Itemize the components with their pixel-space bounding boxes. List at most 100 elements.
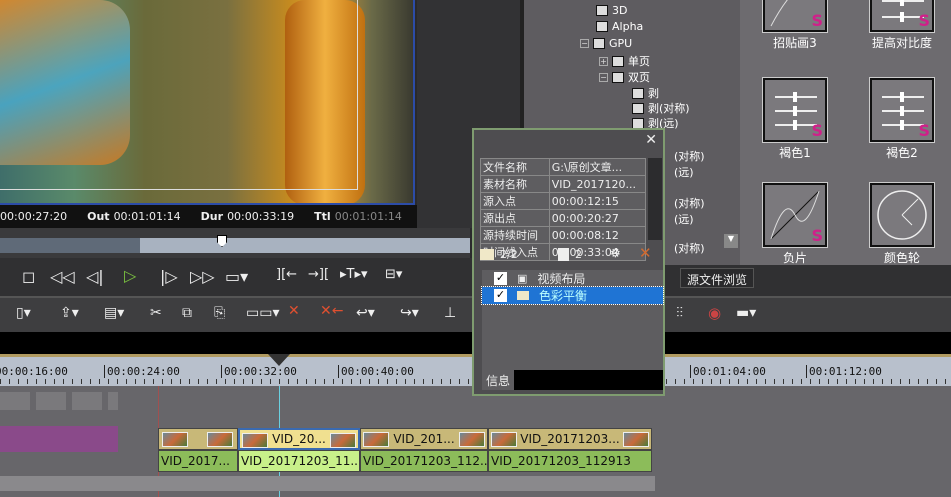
- rewind-icon[interactable]: ◁◁: [50, 267, 75, 286]
- save-icon[interactable]: ▤▾: [104, 305, 124, 321]
- stop-icon[interactable]: ◻: [22, 267, 35, 286]
- out-timecode: 00:01:01:14: [113, 210, 181, 223]
- tree-item[interactable]: (远): [674, 211, 694, 227]
- effect-label: 颜色轮: [883, 251, 920, 265]
- player-scrubber[interactable]: [0, 228, 470, 258]
- checkbox[interactable]: ✓: [494, 289, 507, 302]
- mixer-icon[interactable]: ⫶⫶: [676, 305, 683, 321]
- tree-label: 剥(对称): [648, 102, 690, 115]
- information-panel: ✕ 文件名称 G:\原创文章... 素材名称 VID_2017120... 源入点 0…: [472, 128, 665, 396]
- tab-info[interactable]: 信息: [482, 370, 515, 390]
- redo-icon[interactable]: ↪▾: [400, 305, 419, 321]
- filter-icon: [480, 249, 494, 260]
- paste-icon[interactable]: ⎘: [214, 305, 225, 321]
- tree-label: (对称): [674, 150, 705, 163]
- info-value: 00:00:12:15: [548, 192, 647, 210]
- tree-label: 双页: [628, 71, 650, 84]
- effect-color-wheel[interactable]: 颜色轮: [869, 182, 935, 266]
- ruler-label: 00:01:04:00: [690, 365, 766, 378]
- tab-source-browser[interactable]: 源文件浏览: [680, 268, 755, 288]
- video-clip-selected[interactable]: VID_20...: [238, 428, 360, 450]
- info-key: 源入点: [480, 192, 550, 210]
- ripple-delete-icon[interactable]: ✕←: [320, 303, 343, 319]
- layout-icon[interactable]: ▬▾: [736, 305, 756, 321]
- prev-clip[interactable]: [0, 426, 118, 452]
- tree-item[interactable]: (对称): [674, 195, 705, 211]
- delete-icon[interactable]: ✕: [288, 303, 300, 319]
- layout-icon: ▣: [517, 272, 528, 285]
- tree-label: 剥: [648, 87, 659, 100]
- tree-item[interactable]: (对称): [674, 240, 705, 256]
- effect-poster3[interactable]: S 招贴画3: [762, 0, 828, 51]
- tree-label: Alpha: [612, 20, 644, 33]
- tree-item-gpu[interactable]: − GPU: [580, 37, 632, 50]
- tree-label: (对称): [674, 197, 705, 210]
- info-scrollbar[interactable]: [648, 158, 662, 240]
- effect-settings-icon[interactable]: ⚙: [610, 246, 621, 260]
- set-in-icon[interactable]: ][←: [276, 267, 297, 282]
- info-row: 源入点 00:00:12:15: [480, 192, 647, 210]
- effect-label: 褐色1: [779, 146, 811, 160]
- step-back-icon[interactable]: ◁|: [86, 267, 104, 286]
- audio-clip[interactable]: VID_20171203_112...: [360, 450, 488, 472]
- set-out-icon[interactable]: →][: [308, 267, 329, 282]
- filter-item-video-layout[interactable]: ✓ ▣ 视频布局: [482, 270, 663, 287]
- cut-icon[interactable]: ✂: [150, 305, 162, 321]
- delete-filter-icon[interactable]: ✕: [639, 244, 652, 262]
- effect-sepia1[interactable]: S 褐色1: [762, 77, 828, 161]
- filter-list: ✓ ▣ 视频布局 ✓ 色彩平衡: [481, 270, 664, 370]
- dur-timecode: 00:00:33:19: [227, 210, 295, 223]
- effect-label: 负片: [782, 251, 807, 265]
- overwrite-icon[interactable]: ⊟▾: [385, 267, 402, 282]
- color-meter-icon[interactable]: ◉: [708, 304, 721, 322]
- scroll-down-icon[interactable]: ▼: [724, 234, 738, 248]
- split-icon[interactable]: ▸T▸▾: [340, 267, 368, 282]
- info-row: 源持续时间 00:00:08:12: [480, 226, 647, 244]
- effect-sepia2[interactable]: S 褐色2: [869, 77, 935, 161]
- undo-icon[interactable]: ↩▾: [356, 305, 375, 321]
- audio-clip[interactable]: VID_2017...: [158, 450, 238, 472]
- info-row: 源出点 00:00:20:27: [480, 209, 647, 227]
- tree-item[interactable]: (对称): [674, 148, 705, 164]
- info-value: G:\原创文章...: [548, 158, 647, 176]
- audio-clip-selected[interactable]: VID_20171203_11...: [238, 450, 360, 472]
- timecode-bar: 00:00:27:20 Out 00:01:01:14 Dur 00:00:33:1…: [0, 205, 417, 228]
- tree-item-alpha[interactable]: Alpha: [596, 20, 643, 33]
- filter-label: 色彩平衡: [539, 289, 588, 303]
- play-icon[interactable]: ▷: [124, 266, 136, 285]
- document-icon: [558, 248, 569, 261]
- effect-label: 提高对比度: [871, 36, 932, 50]
- marker-icon[interactable]: ⊥: [444, 305, 456, 321]
- info-key: 源出点: [480, 209, 550, 227]
- info-row: 素材名称 VID_2017120...: [480, 175, 647, 193]
- in-timecode: 00:00:27:20: [0, 210, 68, 223]
- loop-icon[interactable]: ▭▾: [225, 267, 248, 286]
- video-clip[interactable]: VID_20171203...: [488, 428, 652, 450]
- ttl-timecode: 00:01:01:14: [334, 210, 402, 223]
- effect-contrast[interactable]: S 提高对比度: [869, 0, 935, 51]
- video-clip[interactable]: [158, 428, 238, 450]
- tree-item-double-page[interactable]: − 双页: [599, 69, 650, 85]
- safe-area-guide: [0, 0, 358, 190]
- audio-clip[interactable]: VID_20171203_112913: [488, 450, 652, 472]
- ruler-label: 00:01:12:00: [806, 365, 882, 378]
- fast-forward-icon[interactable]: ▷▷: [190, 267, 215, 286]
- effect-negative[interactable]: S 负片: [762, 182, 828, 266]
- replace-icon[interactable]: ▭▭▾: [246, 305, 279, 321]
- tree-item-peel[interactable]: 剥: [632, 85, 659, 101]
- close-button[interactable]: ✕: [645, 132, 657, 148]
- video-clip[interactable]: VID_201...: [360, 428, 488, 450]
- dur-label: Dur: [200, 210, 224, 223]
- tree-item-single-page[interactable]: + 单页: [599, 53, 650, 69]
- tree-item-3d[interactable]: 3D: [596, 4, 627, 17]
- checkbox[interactable]: ✓: [494, 272, 507, 285]
- copy-icon[interactable]: ⧉: [182, 305, 192, 321]
- filter-item-color-balance[interactable]: ✓ 色彩平衡: [481, 286, 664, 305]
- tree-item-peel-sym[interactable]: 剥(对称): [632, 100, 690, 116]
- ruler-label: 00:00:32:00: [221, 365, 297, 378]
- tree-item[interactable]: (远): [674, 164, 694, 180]
- tree-label: (远): [674, 166, 694, 179]
- step-forward-icon[interactable]: |▷: [160, 267, 178, 286]
- new-icon[interactable]: ▯▾: [16, 305, 31, 321]
- open-icon[interactable]: ⇪▾: [60, 305, 79, 321]
